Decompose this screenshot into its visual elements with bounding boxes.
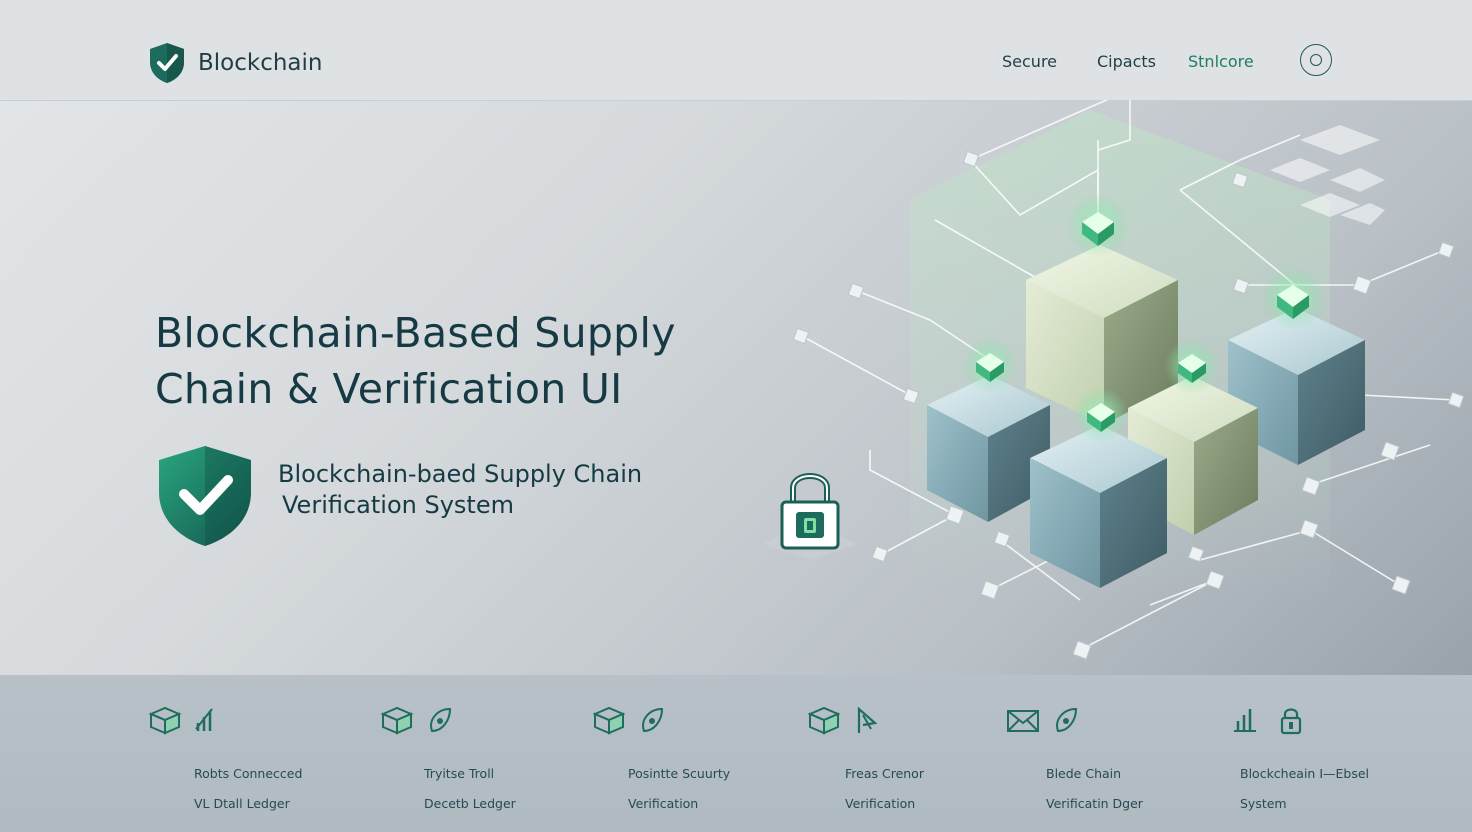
feature-item[interactable]: Posintte Scuurty Verification [592, 703, 730, 826]
feature-label-line-1: Posintte Scuurty [628, 766, 731, 781]
feature-label-line-1: Tryitse Troll [424, 766, 495, 781]
feature-label-line-2: Verification [845, 796, 916, 811]
feature-label-line-2: Verificatin Dger [1046, 796, 1143, 811]
badge-line-2: Verification System [282, 491, 514, 519]
chart-icon [1234, 709, 1256, 732]
cube-icon [148, 706, 182, 735]
leaf-icon [642, 707, 664, 733]
nav-link-stnlcore[interactable]: Stnlcore [1188, 52, 1254, 71]
feature-strip: Robts Connecced VL Dtall Ledger Tryitse … [0, 675, 1472, 832]
badge-line-1: Blockchain-baed Supply Chain [278, 460, 643, 488]
hero-title-line-1: Blockchain-Based Supply [155, 309, 676, 357]
leaf-icon [430, 707, 452, 733]
feature-label-line-1: Freas Crenor [845, 766, 924, 781]
feature-label-line-2: System [1240, 796, 1287, 811]
feature-label-line-2: Verification [628, 796, 699, 811]
feature-label-line-1: Blockcheain I—Ebsel [1240, 766, 1370, 781]
feature-item[interactable]: Robts Connecced VL Dtall Ledger [148, 703, 302, 826]
brand-name: Blockchain [198, 50, 323, 76]
envelope-icon [1007, 710, 1039, 732]
cube-icon [380, 706, 414, 735]
top-header: Blockchain Secure Cipacts Stnlcore [0, 0, 1472, 101]
nav-link-secure[interactable]: Secure [1002, 52, 1057, 71]
hero-title: Blockchain-Based Supply Chain & Verifica… [155, 305, 795, 417]
circle-icon [1310, 54, 1322, 66]
feature-item[interactable]: Tryitse Troll Decetb Ledger [380, 703, 516, 826]
nav-link-cipacts[interactable]: Cipacts [1097, 52, 1156, 71]
blockchain-cubes-illustration [792, 100, 1465, 660]
lock-icon [1280, 708, 1302, 735]
feature-label-line-2: Decetb Ledger [424, 796, 516, 811]
leaf-icon [1056, 707, 1078, 733]
feature-label-line-1: Blede Chain [1046, 766, 1122, 781]
feature-label-line-1: Robts Connecced [194, 766, 303, 781]
chart-icon [195, 708, 213, 731]
feature-item[interactable]: Freas Crenor Verification [807, 703, 924, 826]
feature-item[interactable]: Blede Chain Verificatin Dger [1006, 703, 1143, 826]
header-circle-button[interactable] [1300, 44, 1332, 76]
brand-logo[interactable]: Blockchain [148, 42, 323, 84]
flag-icon [857, 706, 878, 733]
feature-label-line-2: VL Dtall Ledger [194, 796, 290, 811]
feature-item[interactable]: Blockcheain I—Ebsel System [1230, 703, 1369, 826]
cube-icon [807, 706, 841, 735]
shield-check-icon [159, 446, 251, 546]
hero-title-line-2: Chain & Verification UI [155, 365, 623, 413]
verification-badge-text: Blockchain-baed Supply Chain Verificatio… [278, 459, 698, 521]
cube-icon [592, 706, 626, 735]
shield-check-icon [150, 43, 184, 83]
